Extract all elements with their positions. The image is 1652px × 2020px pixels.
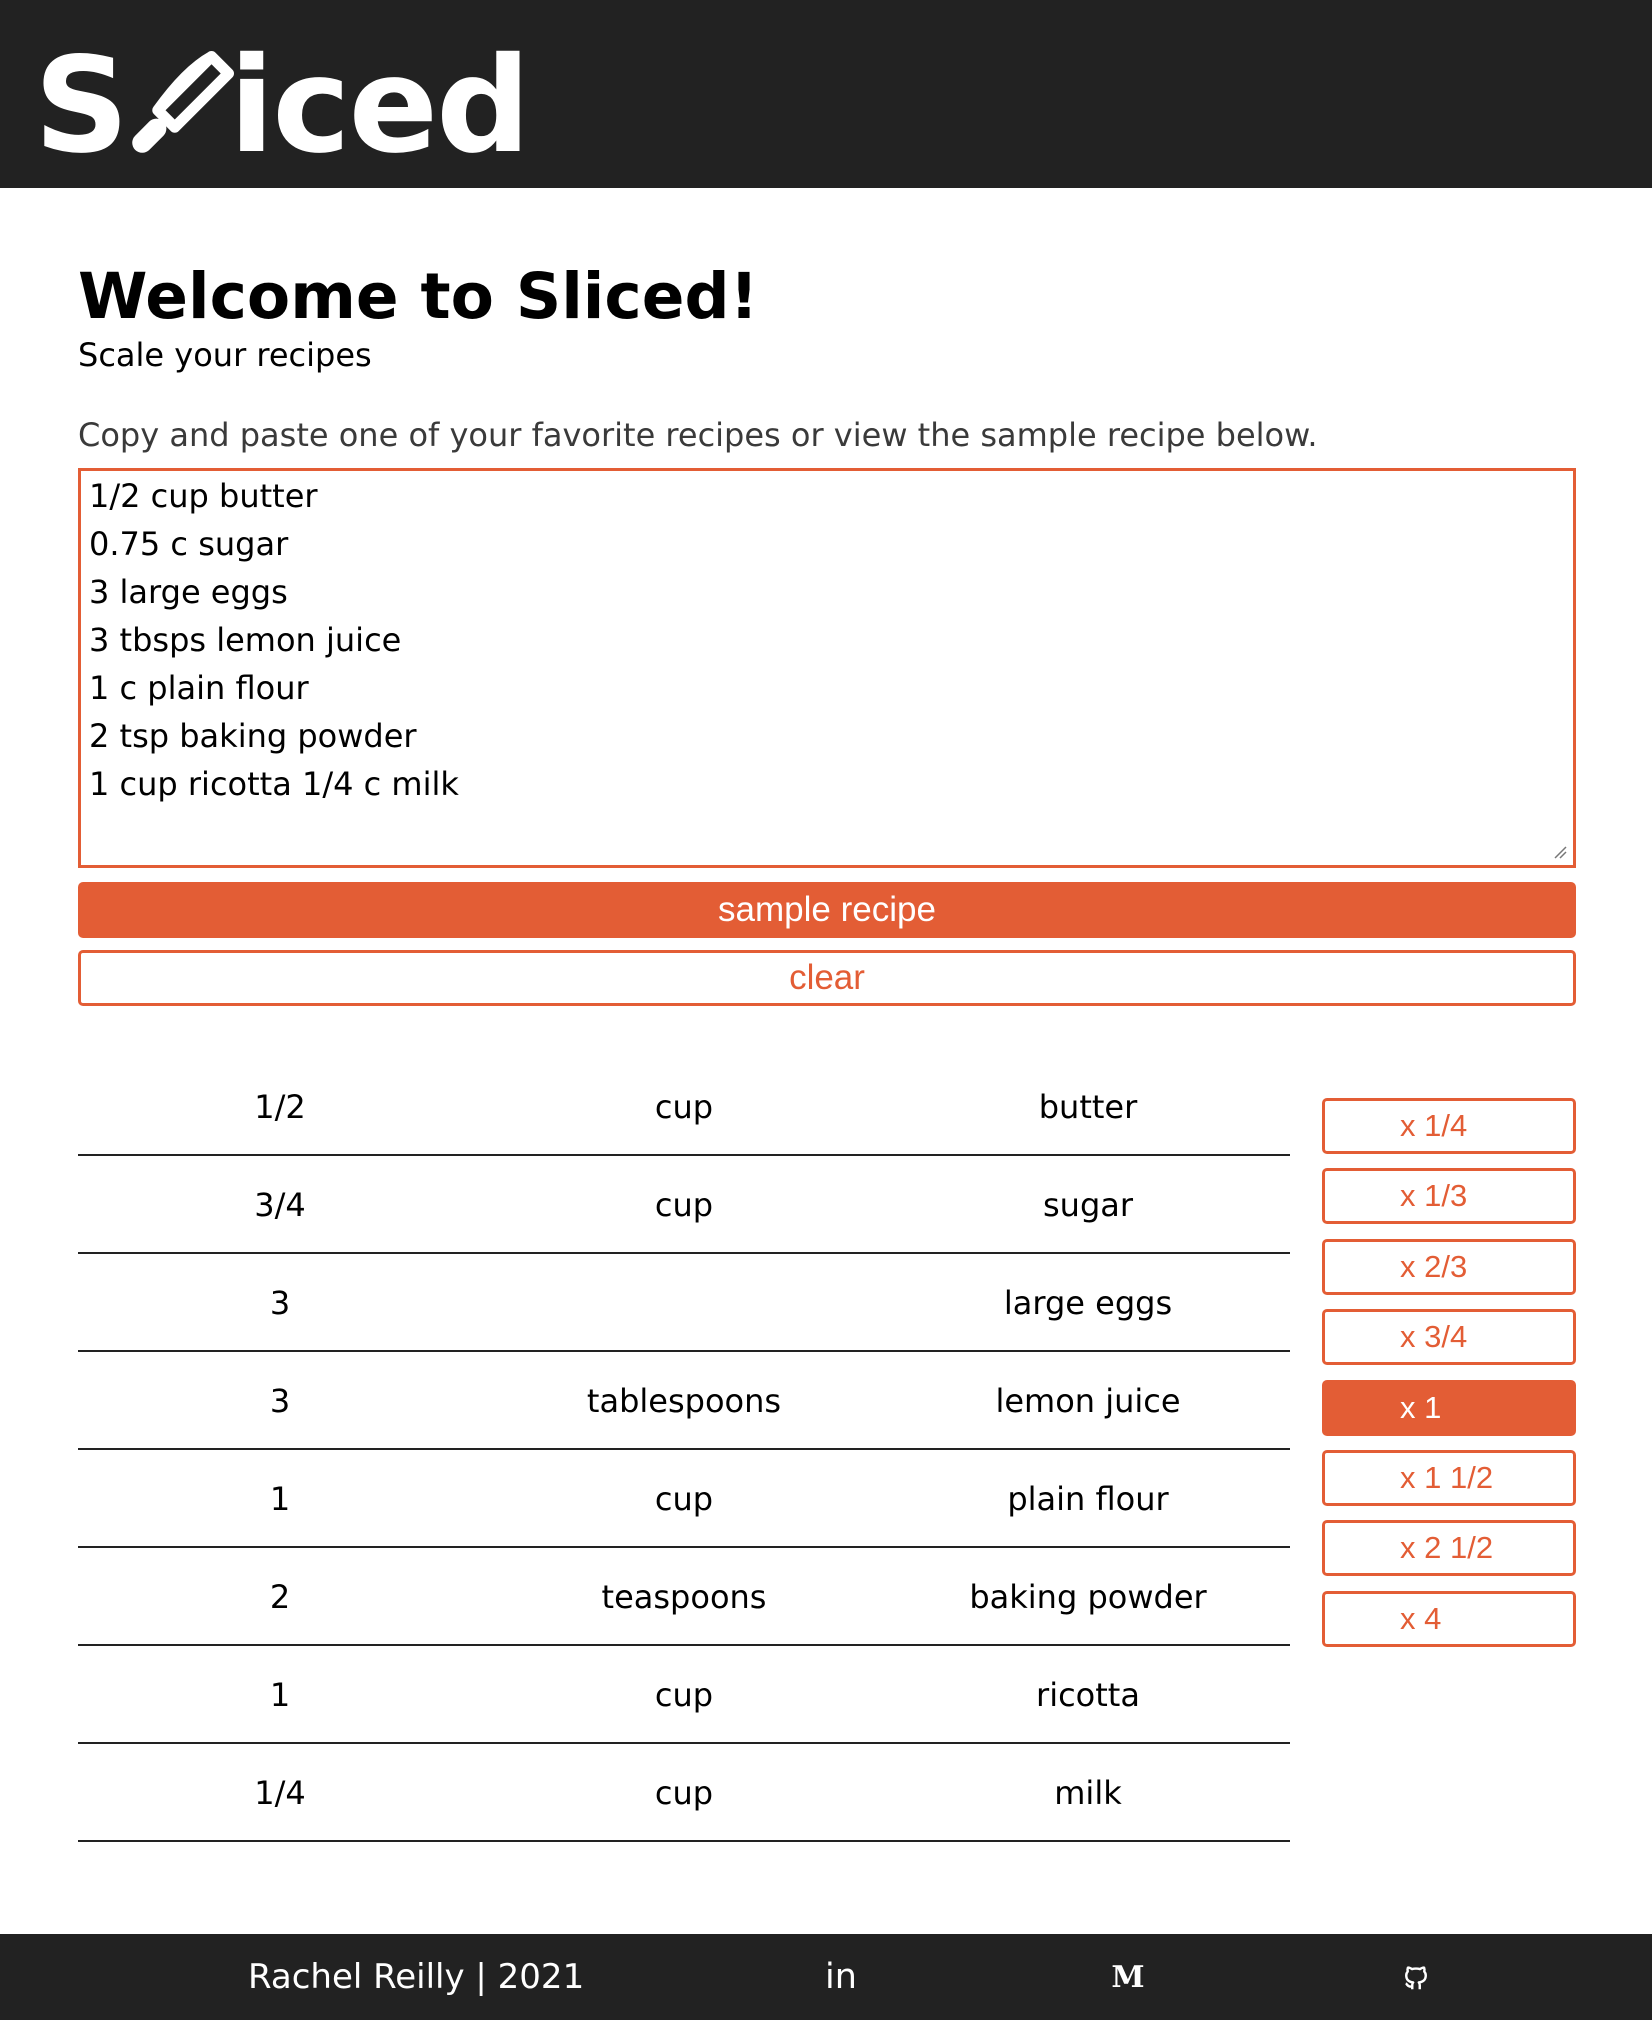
table-row: 1/4 cup milk [78, 1744, 1290, 1842]
logo-text-start: S [34, 29, 129, 183]
ingredient-name: ricotta [1036, 1676, 1140, 1714]
ingredient-quantity: 1 [269, 1676, 291, 1714]
recipe-line: 1 c plain flour [89, 669, 309, 707]
recipe-line: 3 tbsps lemon juice [89, 621, 402, 659]
linkedin-icon[interactable]: in [820, 1934, 862, 2020]
site-header: S iced [0, 0, 1652, 188]
ingredient-quantity: 1/2 [254, 1088, 306, 1126]
table-row: 1/2 cup butter [78, 1058, 1290, 1156]
footer-credit: Rachel Reilly | 2021 [248, 1957, 585, 1997]
ingredient-quantity: 1 [269, 1480, 291, 1518]
scale-button[interactable]: x 4 [1322, 1590, 1576, 1647]
table-row: 2 teaspoons baking powder [78, 1548, 1290, 1646]
recipe-line: 1/2 cup butter [89, 477, 318, 515]
scale-button[interactable]: x 3/4 [1322, 1309, 1576, 1366]
logo-text-end: iced [229, 29, 531, 183]
ingredient-name: sugar [1042, 1186, 1134, 1224]
table-row: 3 tablespoons lemon juice [78, 1352, 1290, 1450]
table-row: 1 cup plain flour [78, 1450, 1290, 1548]
table-row: 1 cup ricotta [78, 1646, 1290, 1744]
scale-button[interactable]: x 1/3 [1322, 1168, 1576, 1225]
ingredient-name: milk [1054, 1774, 1122, 1812]
medium-icon[interactable]: M [1110, 1934, 1146, 2020]
ingredient-name: butter [1038, 1088, 1138, 1126]
recipe-line: 2 tsp baking powder [89, 717, 417, 755]
ingredient-unit: cup [654, 1088, 714, 1126]
scale-button[interactable]: x 1 [1322, 1379, 1576, 1436]
table-row: 3 large eggs [78, 1254, 1290, 1352]
ingredient-unit: cup [654, 1676, 714, 1714]
resize-handle-icon[interactable] [1553, 845, 1567, 859]
ingredient-unit [482, 1254, 886, 1352]
clear-button[interactable]: clear [78, 950, 1576, 1006]
site-footer: Rachel Reilly | 2021 in M [0, 1934, 1652, 2020]
ingredient-name: baking powder [969, 1578, 1207, 1616]
ingredient-unit: cup [654, 1186, 714, 1224]
scale-button[interactable]: x 1/4 [1322, 1098, 1576, 1154]
page-title: Welcome to Sliced! [78, 260, 759, 333]
recipe-line: 1 cup ricotta 1/4 c milk [89, 765, 459, 803]
ingredient-quantity: 1/4 [254, 1774, 306, 1812]
recipe-textarea[interactable]: 1/2 cup butter 0.75 c sugar 3 large eggs 3 … [78, 468, 1576, 868]
ingredient-name: plain flour [1007, 1480, 1169, 1518]
scale-button[interactable]: x 1 1/2 [1322, 1450, 1576, 1506]
scale-button[interactable]: x 2 1/2 [1322, 1520, 1576, 1577]
page-subtitle: Scale your recipes [78, 336, 372, 374]
ingredient-quantity: 3 [269, 1382, 291, 1420]
scale-button[interactable]: x 2/3 [1322, 1238, 1576, 1295]
knife-icon [132, 51, 235, 153]
sample-recipe-button[interactable]: sample recipe [78, 882, 1576, 938]
ingredient-quantity: 2 [269, 1578, 291, 1616]
github-icon[interactable] [1396, 1934, 1436, 2020]
ingredient-unit: cup [654, 1774, 714, 1812]
ingredient-name: lemon juice [995, 1382, 1181, 1420]
instructions-text: Copy and paste one of your favorite reci… [78, 416, 1318, 454]
ingredient-name: large eggs [1003, 1284, 1173, 1322]
table-row: 3/4 cup sugar [78, 1156, 1290, 1254]
ingredient-quantity: 3/4 [254, 1186, 306, 1224]
ingredient-unit: cup [654, 1480, 714, 1518]
recipe-line: 0.75 c sugar [89, 525, 289, 563]
ingredient-quantity: 3 [269, 1284, 291, 1322]
ingredient-unit: tablespoons [586, 1382, 782, 1420]
ingredient-unit: teaspoons [601, 1578, 767, 1616]
recipe-line: 3 large eggs [89, 573, 288, 611]
logo[interactable]: S iced [34, 29, 531, 183]
